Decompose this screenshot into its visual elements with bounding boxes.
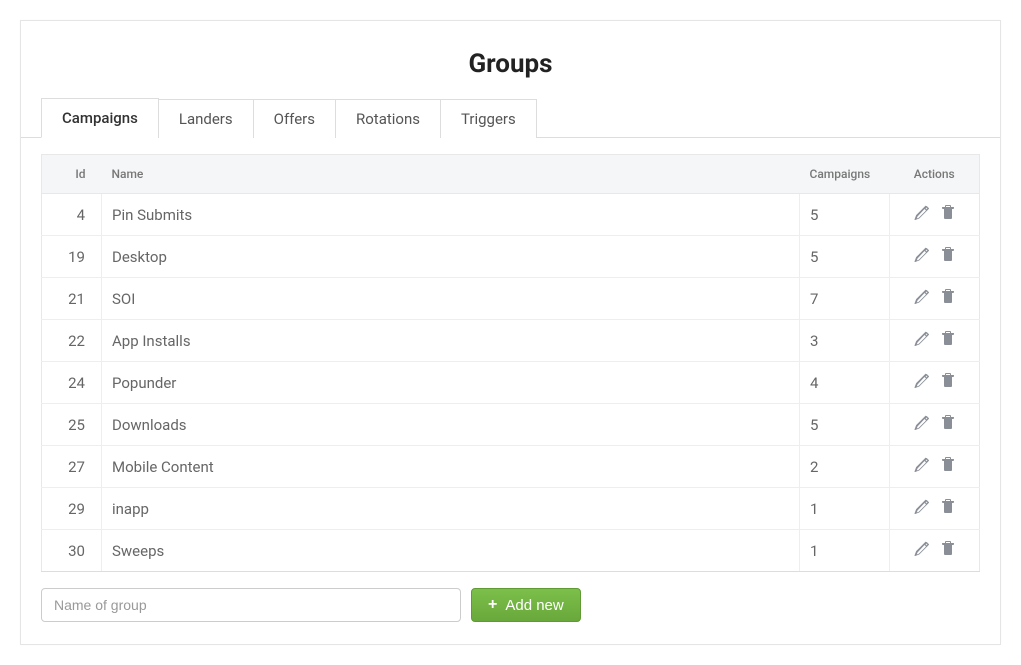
cell-id: 24 — [42, 362, 102, 404]
edit-icon[interactable] — [913, 414, 931, 432]
cell-campaigns: 1 — [800, 530, 890, 572]
cell-campaigns: 5 — [800, 236, 890, 278]
add-new-label: Add new — [505, 597, 563, 614]
cell-id: 4 — [42, 194, 102, 236]
cell-actions — [890, 236, 980, 278]
edit-icon[interactable] — [913, 498, 931, 516]
cell-name: Desktop — [102, 236, 800, 278]
tab-offers[interactable]: Offers — [253, 99, 336, 138]
table-row: 29inapp1 — [42, 488, 980, 530]
delete-icon[interactable] — [939, 288, 957, 306]
tab-campaigns[interactable]: Campaigns — [41, 98, 159, 138]
cell-actions — [890, 194, 980, 236]
plus-icon: + — [488, 597, 497, 613]
add-group-row: + Add new — [41, 588, 980, 622]
content-area: Id Name Campaigns Actions 4Pin Submits51… — [21, 138, 1000, 622]
groups-table: Id Name Campaigns Actions 4Pin Submits51… — [41, 154, 980, 572]
table-row: 24Popunder4 — [42, 362, 980, 404]
edit-icon[interactable] — [913, 246, 931, 264]
cell-campaigns: 1 — [800, 488, 890, 530]
cell-actions — [890, 488, 980, 530]
cell-actions — [890, 530, 980, 572]
cell-id: 27 — [42, 446, 102, 488]
delete-icon[interactable] — [939, 414, 957, 432]
cell-id: 30 — [42, 530, 102, 572]
cell-name: App Installs — [102, 320, 800, 362]
tab-landers[interactable]: Landers — [158, 99, 254, 138]
edit-icon[interactable] — [913, 330, 931, 348]
cell-id: 29 — [42, 488, 102, 530]
table-row: 27Mobile Content2 — [42, 446, 980, 488]
table-row: 4Pin Submits5 — [42, 194, 980, 236]
edit-icon[interactable] — [913, 540, 931, 558]
cell-id: 25 — [42, 404, 102, 446]
edit-icon[interactable] — [913, 204, 931, 222]
header-actions: Actions — [890, 155, 980, 194]
edit-icon[interactable] — [913, 372, 931, 390]
cell-actions — [890, 320, 980, 362]
delete-icon[interactable] — [939, 330, 957, 348]
header-campaigns[interactable]: Campaigns — [800, 155, 890, 194]
table-row: 22App Installs3 — [42, 320, 980, 362]
cell-campaigns: 5 — [800, 194, 890, 236]
delete-icon[interactable] — [939, 498, 957, 516]
delete-icon[interactable] — [939, 372, 957, 390]
delete-icon[interactable] — [939, 246, 957, 264]
edit-icon[interactable] — [913, 456, 931, 474]
cell-id: 21 — [42, 278, 102, 320]
cell-name: Mobile Content — [102, 446, 800, 488]
cell-campaigns: 4 — [800, 362, 890, 404]
cell-id: 22 — [42, 320, 102, 362]
cell-campaigns: 5 — [800, 404, 890, 446]
cell-name: inapp — [102, 488, 800, 530]
cell-actions — [890, 362, 980, 404]
cell-actions — [890, 278, 980, 320]
table-row: 25Downloads5 — [42, 404, 980, 446]
delete-icon[interactable] — [939, 456, 957, 474]
delete-icon[interactable] — [939, 204, 957, 222]
edit-icon[interactable] — [913, 288, 931, 306]
header-id[interactable]: Id — [42, 155, 102, 194]
cell-name: Sweeps — [102, 530, 800, 572]
table-header-row: Id Name Campaigns Actions — [42, 155, 980, 194]
groups-panel: Groups CampaignsLandersOffersRotationsTr… — [20, 20, 1001, 645]
tab-rotations[interactable]: Rotations — [335, 99, 441, 138]
add-new-button[interactable]: + Add new — [471, 588, 581, 622]
cell-name: SOI — [102, 278, 800, 320]
cell-name: Downloads — [102, 404, 800, 446]
group-name-input[interactable] — [41, 588, 461, 622]
header-name[interactable]: Name — [102, 155, 800, 194]
cell-campaigns: 2 — [800, 446, 890, 488]
cell-actions — [890, 404, 980, 446]
page-title: Groups — [21, 49, 1000, 79]
cell-name: Popunder — [102, 362, 800, 404]
tab-triggers[interactable]: Triggers — [440, 99, 537, 138]
cell-actions — [890, 446, 980, 488]
cell-name: Pin Submits — [102, 194, 800, 236]
delete-icon[interactable] — [939, 540, 957, 558]
table-row: 19Desktop5 — [42, 236, 980, 278]
cell-campaigns: 7 — [800, 278, 890, 320]
cell-campaigns: 3 — [800, 320, 890, 362]
table-row: 21SOI7 — [42, 278, 980, 320]
cell-id: 19 — [42, 236, 102, 278]
table-row: 30Sweeps1 — [42, 530, 980, 572]
tabs: CampaignsLandersOffersRotationsTriggers — [21, 97, 1000, 138]
